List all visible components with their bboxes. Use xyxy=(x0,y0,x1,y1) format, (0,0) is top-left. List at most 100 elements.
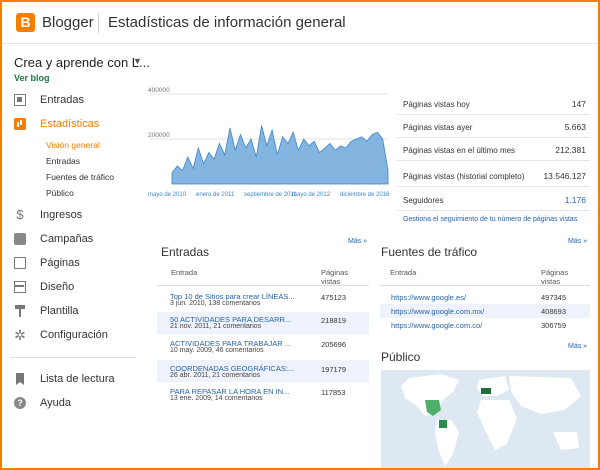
posts-more-link[interactable]: Más » xyxy=(348,238,367,245)
manage-tracking-link[interactable]: Gestiona el seguimiento de tu número de … xyxy=(403,216,577,223)
audience-section-title: Público xyxy=(381,350,421,364)
sidebar-item-theme[interactable]: Plantilla xyxy=(14,302,79,320)
traffic-section-title: Fuentes de tráfico xyxy=(381,245,478,259)
sidebar-item-stats[interactable]: Estadísticas xyxy=(14,115,99,133)
stat-row-yesterday: Páginas vistas ayer 5.663 xyxy=(397,115,590,138)
stat-row-all-time: Páginas vistas (historial completo) 13.5… xyxy=(397,164,590,187)
followers-link[interactable]: 1.176 xyxy=(565,195,586,205)
sidebar-item-pages[interactable]: Páginas xyxy=(14,254,80,272)
help-icon: ? xyxy=(14,397,26,409)
post-meta: 21 nov. 2011, 21 comentarios xyxy=(170,323,262,330)
traffic-col-views-2: vistas xyxy=(541,277,561,286)
reading-list-icon xyxy=(14,373,26,385)
stat-value: 147 xyxy=(571,99,586,109)
earnings-icon: $ xyxy=(16,207,24,222)
sidebar-item-settings[interactable]: ✲ Configuración xyxy=(14,326,108,344)
stat-label: Páginas vistas en el último mes xyxy=(403,146,516,155)
oceania-shape xyxy=(553,432,579,450)
traffic-col-entry: Entrada xyxy=(390,268,417,277)
pageviews-chart[interactable]: 400000 200000 mayo de 2010 enero de 2011 sep… xyxy=(142,82,392,207)
stat-label: Páginas vistas (historial completo) xyxy=(403,172,525,181)
sidebar-item-label: Estadísticas xyxy=(40,118,100,130)
audience-more-link[interactable]: Más » xyxy=(568,343,587,350)
blogger-logo-icon[interactable]: B xyxy=(16,13,35,32)
post-meta: 13 ene. 2009, 14 comentarios xyxy=(170,395,263,402)
header-divider xyxy=(98,13,99,33)
stat-label: Seguidores xyxy=(403,196,444,205)
sidebar-item-posts[interactable]: Entradas xyxy=(14,91,84,109)
theme-icon xyxy=(14,305,26,317)
traffic-views: 497345 xyxy=(541,293,567,302)
world-map[interactable] xyxy=(381,370,590,468)
sidebar-subitem-traffic[interactable]: Fuentes de tráfico xyxy=(46,172,114,182)
sidebar-item-earnings[interactable]: $ Ingresos xyxy=(14,206,82,224)
chart-x-tick-label: mayo de 2010 xyxy=(148,192,187,198)
sidebar-item-label: Configuración xyxy=(40,329,108,341)
stat-row-today: Páginas vistas hoy 147 xyxy=(397,92,590,115)
chart-y-tick-label: 200000 xyxy=(148,132,170,139)
pageviews-chart-svg: 400000 200000 mayo de 2010 enero de 2011 sep… xyxy=(148,87,390,198)
post-views: 475123 xyxy=(321,293,347,302)
traffic-url-link[interactable]: https://www.google.com.mx/ xyxy=(391,307,484,316)
sidebar-item-label: Plantilla xyxy=(40,305,79,317)
sidebar-item-reading-list[interactable]: Lista de lectura xyxy=(14,370,115,388)
sidebar-item-campaigns[interactable]: Campañas xyxy=(14,230,93,248)
traffic-more-link[interactable]: Más » xyxy=(568,238,587,245)
traffic-url-link[interactable]: https://www.google.es/ xyxy=(391,293,466,302)
layout-icon xyxy=(14,281,26,293)
posts-icon xyxy=(14,94,26,106)
chevron-down-icon[interactable]: ▼ xyxy=(133,56,142,66)
stat-label: Páginas vistas ayer xyxy=(403,123,473,132)
blog-selector[interactable]: Crea y aprende con L... xyxy=(14,55,150,70)
view-blog-link[interactable]: Ver blog xyxy=(14,73,50,83)
stat-row-followers: Seguidores 1.176 xyxy=(397,188,590,211)
sidebar-item-label: Entradas xyxy=(40,94,85,106)
sidebar-item-label: Campañas xyxy=(40,233,94,245)
asia-shape xyxy=(509,376,581,414)
traffic-col-views: Páginas xyxy=(541,268,569,277)
app-frame: B Blogger Estadísticas de información ge… xyxy=(0,0,600,470)
posts-col-entry: Entrada xyxy=(171,268,198,277)
sidebar-item-label: Lista de lectura xyxy=(40,373,115,385)
posts-col-views-2: vistas xyxy=(321,277,341,286)
post-meta: 26 abr. 2011, 21 comentarios xyxy=(170,372,261,379)
sidebar-item-label: Ingresos xyxy=(40,209,83,221)
stat-value: 5.663 xyxy=(564,122,586,132)
sidebar-subitem-audience[interactable]: Público xyxy=(46,188,74,198)
sidebar-item-label: Páginas xyxy=(40,257,80,269)
post-views: 117853 xyxy=(321,388,346,397)
sidebar-item-label: Ayuda xyxy=(40,397,71,409)
spain-highlight xyxy=(481,388,491,394)
post-views: 197179 xyxy=(321,365,347,374)
traffic-url-link[interactable]: https://www.google.com.co/ xyxy=(391,321,482,330)
sidebar-divider xyxy=(10,357,135,358)
sidebar-item-label: Diseño xyxy=(40,281,75,293)
africa-shape xyxy=(477,400,517,450)
sidebar-subitem-posts[interactable]: Entradas xyxy=(46,156,80,166)
sidebar-subitem-overview[interactable]: Visión general xyxy=(46,140,100,150)
pages-icon xyxy=(14,257,26,269)
sidebar-item-layout[interactable]: Diseño xyxy=(14,278,74,296)
chart-y-tick-label: 400000 xyxy=(148,87,170,94)
chart-series-area xyxy=(171,125,389,185)
app-name[interactable]: Blogger xyxy=(42,14,94,31)
post-views: 218819 xyxy=(321,316,347,325)
traffic-views: 408693 xyxy=(541,307,567,316)
post-meta: 3 jun. 2010, 138 comentarios xyxy=(170,300,261,307)
post-meta: 10 may. 2009, 46 comentarios xyxy=(170,347,264,354)
stat-row-last-month: Páginas vistas en el último mes 212.381 xyxy=(397,138,590,161)
page-title: Estadísticas de información general xyxy=(108,14,346,31)
posts-section-title: Entradas xyxy=(161,245,210,259)
stat-label: Páginas vistas hoy xyxy=(403,100,470,109)
traffic-views: 306759 xyxy=(541,321,567,330)
top-header: B Blogger Estadísticas de información ge… xyxy=(2,2,598,44)
settings-icon: ✲ xyxy=(14,327,26,343)
chart-x-tick-label: enero de 2011 xyxy=(196,192,235,198)
chart-x-tick-label: septiembre de 2011 xyxy=(244,192,297,198)
sidebar-item-help[interactable]: ? Ayuda xyxy=(14,394,71,412)
post-views: 205696 xyxy=(321,340,347,349)
world-map-svg xyxy=(401,374,581,466)
posts-col-views: Páginas xyxy=(321,268,349,277)
campaigns-icon xyxy=(14,233,26,245)
chart-x-tick-label: mayo de 2012 xyxy=(292,192,331,198)
